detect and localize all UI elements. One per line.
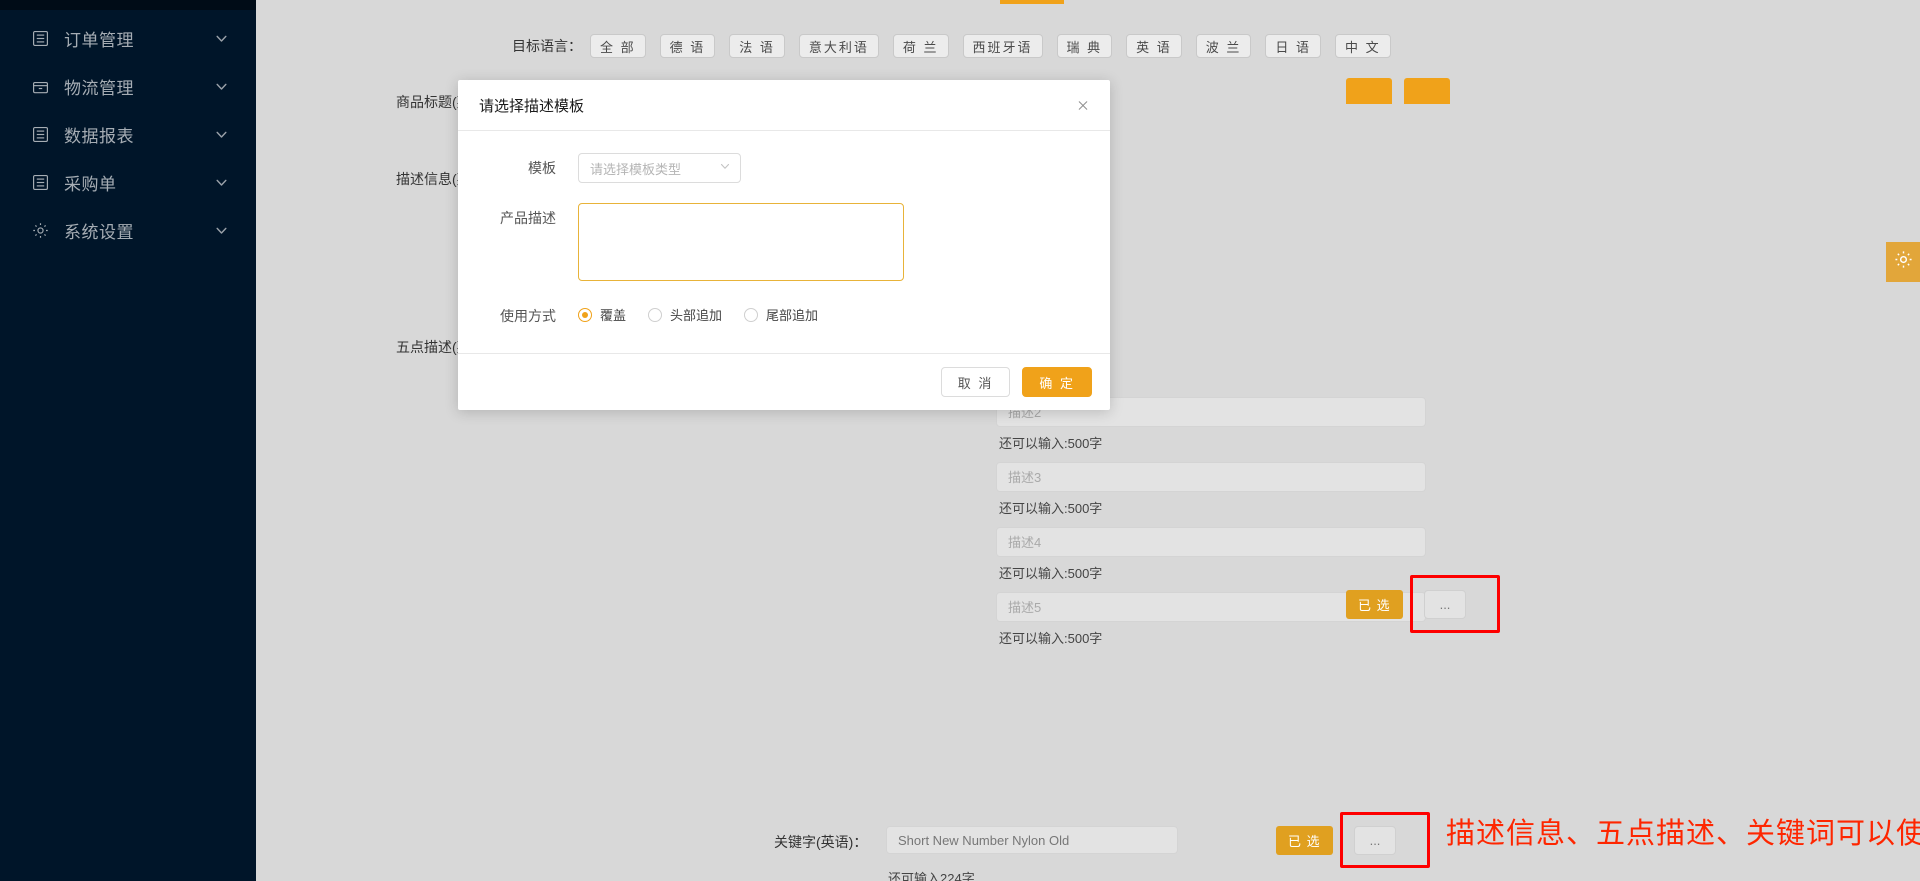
keyword-input[interactable]: [886, 826, 1178, 854]
desc-tab-2[interactable]: [1404, 78, 1450, 104]
sidebar-menu: 订单管理 物流管理 数据报表 采购单 系统设置: [0, 10, 256, 254]
field-row-product-desc: 产品描述: [458, 203, 1110, 281]
lang-btn-polish[interactable]: 波 兰: [1195, 34, 1252, 58]
list-icon: [30, 124, 50, 144]
radio-overwrite[interactable]: 覆盖: [578, 305, 626, 324]
modal-title: 请选择描述模板: [479, 97, 585, 115]
template-label: 模板: [528, 160, 556, 176]
desc-input-3[interactable]: [996, 462, 1426, 492]
chevron-down-icon: [719, 159, 731, 177]
chevron-down-icon: [215, 80, 228, 93]
template-select[interactable]: 请选择模板类型: [578, 153, 741, 183]
lang-btn-german[interactable]: 德 语: [659, 34, 716, 58]
usage-mode-radio-group: 覆盖 头部追加 尾部追加: [578, 301, 840, 324]
desc-tab-1[interactable]: [1346, 78, 1392, 104]
lang-btn-dutch[interactable]: 荷 兰: [892, 34, 949, 58]
more-options-button-keyword[interactable]: ...: [1354, 826, 1396, 855]
modal-body: 模板 请选择模板类型 产品描述 使用方式 覆盖 头部追加 尾部追加: [458, 131, 1110, 353]
list-icon: [30, 28, 50, 48]
confirm-button[interactable]: 确 定: [1022, 367, 1092, 397]
desc-hint: 还可以输入:500字: [999, 566, 1103, 581]
desc-hint: 还可以输入:500字: [999, 631, 1103, 646]
desc-group-3: 还可以输入:500字: [996, 498, 1426, 557]
lang-btn-english[interactable]: 英 语: [1126, 34, 1182, 58]
lang-btn-chinese[interactable]: 中 文: [1335, 34, 1391, 58]
cancel-button[interactable]: 取 消: [940, 367, 1011, 397]
sidebar-item-label: 物流管理: [64, 78, 134, 98]
app-root: 订单管理 物流管理 数据报表 采购单 系统设置 目标语言： 全 部 德 语 法 …: [0, 0, 1920, 881]
usage-mode-label: 使用方式: [500, 308, 556, 324]
sidebar-item-label: 数据报表: [64, 126, 134, 146]
sidebar-item-label: 订单管理: [64, 30, 134, 50]
sidebar-top-strip: [0, 0, 256, 10]
gear-icon: [30, 220, 50, 240]
select-template-button-keyword[interactable]: 已 选: [1276, 826, 1333, 855]
active-tab-indicator: [1000, 0, 1064, 4]
close-icon[interactable]: [1072, 94, 1094, 116]
desc-hint: 还可以输入:500字: [999, 436, 1103, 451]
chevron-down-icon: [215, 176, 228, 189]
target-language-label: 目标语言：: [512, 38, 582, 54]
modal-footer: 取 消 确 定: [458, 353, 1110, 410]
lang-btn-swedish[interactable]: 瑞 典: [1056, 34, 1113, 58]
desc-input-4[interactable]: [996, 527, 1426, 557]
template-select-placeholder: 请选择模板类型: [590, 161, 682, 177]
select-description-template-modal: 请选择描述模板 模板 请选择模板类型 产品描述 使用方式 覆盖 头部追加 尾部追…: [458, 80, 1110, 410]
radio-label: 尾部追加: [766, 308, 819, 323]
field-row-usage-mode: 使用方式 覆盖 头部追加 尾部追加: [458, 301, 1110, 331]
annotation-text: 描述信息、五点描述、关键词可以使用模板: [1446, 818, 1920, 850]
lang-btn-italian[interactable]: 意大利语: [798, 34, 879, 58]
product-desc-label: 产品描述: [500, 210, 556, 226]
radio-dot-icon: [578, 307, 592, 322]
chevron-down-icon: [215, 128, 228, 141]
chevron-down-icon: [215, 224, 228, 237]
product-desc-textarea[interactable]: [578, 203, 904, 281]
settings-float-tab[interactable]: [1886, 242, 1920, 282]
desc-hint: 还可以输入:500字: [999, 501, 1103, 516]
radio-dot-icon: [744, 307, 759, 322]
sidebar-item-purchase-order[interactable]: 采购单: [0, 158, 256, 206]
sidebar-item-orders[interactable]: 订单管理: [0, 14, 256, 62]
radio-append[interactable]: 尾部追加: [744, 305, 818, 324]
box-icon: [30, 76, 50, 96]
sidebar-item-label: 采购单: [64, 174, 117, 194]
sidebar-item-logistics[interactable]: 物流管理: [0, 62, 256, 110]
list-icon: [30, 172, 50, 192]
gear-icon: [1894, 250, 1913, 274]
lang-btn-japanese[interactable]: 日 语: [1265, 34, 1322, 58]
sidebar-item-label: 系统设置: [64, 222, 134, 242]
keyword-hint: 还可输入224字: [888, 871, 975, 881]
lang-btn-spanish[interactable]: 西班牙语: [962, 34, 1043, 58]
field-row-template: 模板 请选择模板类型: [458, 153, 1110, 183]
radio-label: 头部追加: [670, 308, 723, 323]
sidebar: 订单管理 物流管理 数据报表 采购单 系统设置: [0, 0, 256, 881]
target-language-row: 目标语言： 全 部 德 语 法 语 意大利语 荷 兰 西班牙语 瑞 典 英 语 …: [512, 34, 1391, 58]
chevron-down-icon: [215, 32, 228, 45]
radio-prepend[interactable]: 头部追加: [648, 305, 722, 324]
label-keyword: 关键字(英语)：: [774, 834, 868, 850]
desc-group-5: 还可以输入:500字: [996, 628, 1102, 657]
radio-label: 覆盖: [600, 308, 627, 323]
lang-btn-french[interactable]: 法 语: [729, 34, 785, 58]
sidebar-item-reports[interactable]: 数据报表: [0, 110, 256, 158]
lang-btn-all[interactable]: 全 部: [590, 34, 646, 58]
select-template-button-desc[interactable]: 已 选: [1346, 590, 1403, 619]
modal-header: 请选择描述模板: [458, 80, 1110, 131]
desc-group-2: 还可以输入:500字: [996, 433, 1426, 492]
radio-dot-icon: [648, 307, 663, 322]
sidebar-item-system-settings[interactable]: 系统设置: [0, 206, 256, 254]
more-options-button-desc[interactable]: ...: [1424, 590, 1466, 619]
